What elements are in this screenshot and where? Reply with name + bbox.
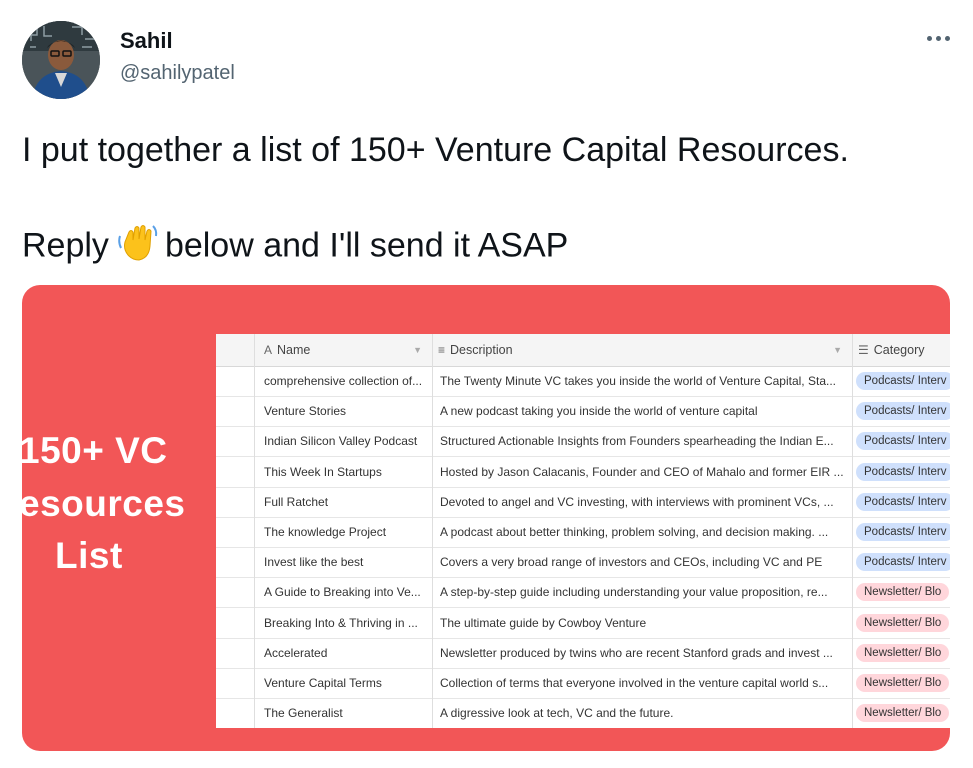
cell-description[interactable]: Newsletter produced by twins who are rec… — [440, 638, 850, 668]
more-options-button[interactable] — [920, 26, 956, 50]
category-tag: Podcasts/ Interv — [856, 462, 950, 481]
chevron-down-icon[interactable]: ▼ — [413, 345, 422, 355]
cell-description[interactable]: Hosted by Jason Calacanis, Founder and C… — [440, 457, 850, 487]
cell-category[interactable]: Newsletter/ Blo — [856, 638, 950, 668]
category-tag: Newsletter/ Blo — [856, 674, 950, 692]
cell-category[interactable]: Podcasts/ Interv — [856, 547, 950, 577]
cell-description[interactable]: A digressive look at tech, VC and the fu… — [440, 698, 850, 728]
cell-name[interactable]: The Generalist — [264, 698, 430, 728]
cell-description[interactable]: Devoted to angel and VC investing, with … — [440, 487, 850, 517]
cell-category[interactable]: Podcasts/ Interv — [856, 426, 950, 456]
column-divider — [432, 334, 433, 728]
category-tag: Podcasts/ Interv — [856, 492, 950, 511]
cell-name[interactable]: Indian Silicon Valley Podcast — [264, 426, 430, 456]
headline-line: esources — [22, 483, 186, 524]
table-row[interactable]: Indian Silicon Valley Podcast Structured … — [216, 426, 950, 458]
chevron-down-icon[interactable]: ▼ — [833, 345, 842, 355]
cell-category[interactable]: Podcasts/ Interv — [856, 366, 950, 396]
cell-name[interactable]: Invest like the best — [264, 547, 430, 577]
table-row[interactable]: Breaking Into & Thriving in ... The ultim… — [216, 608, 950, 639]
table-row[interactable]: The Generalist A digressive look at tech,… — [216, 698, 950, 728]
table-row[interactable]: The knowledge Project A podcast about bet… — [216, 517, 950, 548]
tweet-text-reply: Reply — [22, 226, 109, 265]
more-dot-icon — [944, 35, 950, 41]
cell-category[interactable]: Podcasts/ Interv — [856, 487, 950, 517]
long-text-icon: ≡ — [438, 343, 446, 357]
cell-description[interactable]: Collection of terms that everyone involv… — [440, 668, 850, 698]
category-tag: Podcasts/ Interv — [856, 372, 950, 390]
cell-category[interactable]: Newsletter/ Blo — [856, 608, 950, 638]
table-row[interactable]: Venture Capital Terms Collection of terms… — [216, 668, 950, 699]
cell-description[interactable]: The Twenty Minute VC takes you inside th… — [440, 366, 850, 396]
tweet-media-image[interactable]: 150+ VC esources List A Name ▼ ≡ Descrip… — [22, 285, 950, 751]
more-dot-icon — [926, 35, 932, 41]
cell-name[interactable]: A Guide to Breaking into Ve... — [264, 577, 430, 607]
cell-name[interactable]: The knowledge Project — [264, 517, 430, 547]
text-field-icon: A — [264, 343, 273, 357]
cell-name[interactable]: Full Ratchet — [264, 487, 430, 517]
table-row[interactable]: This Week In Startups Hosted by Jason Cal… — [216, 457, 950, 488]
cell-description[interactable]: The ultimate guide by Cowboy Venture — [440, 608, 850, 638]
category-tag: Podcasts/ Interv — [856, 402, 950, 421]
column-divider — [852, 334, 853, 728]
multi-select-icon: ☰ — [858, 343, 869, 357]
category-tag: Newsletter/ Blo — [856, 704, 950, 723]
category-tag: Podcasts/ Interv — [856, 523, 950, 541]
category-tag: Newsletter/ Blo — [856, 613, 950, 632]
table-row[interactable]: Accelerated Newsletter produced by twins … — [216, 638, 950, 669]
tweet-text-line: I put together a list of 150+ Venture Ca… — [22, 131, 849, 169]
headline-line: List — [55, 535, 123, 576]
table-row[interactable]: A Guide to Breaking into Ve... A step-by-… — [216, 577, 950, 609]
cell-category[interactable]: Podcasts/ Interv — [856, 517, 950, 547]
category-tag: Podcasts/ Interv — [856, 553, 950, 572]
table-row[interactable]: comprehensive collection of... The Twenty… — [216, 366, 950, 397]
author-handle[interactable]: @sahilypatel — [120, 62, 235, 85]
table-row[interactable]: Invest like the best Covers a very broad … — [216, 547, 950, 579]
cell-name[interactable]: This Week In Startups — [264, 457, 430, 487]
cell-name[interactable]: Accelerated — [264, 638, 430, 668]
cell-category[interactable]: Newsletter/ Blo — [856, 668, 950, 698]
cell-name[interactable]: Venture Capital Terms — [264, 668, 430, 698]
cell-description[interactable]: Structured Actionable Insights from Foun… — [440, 426, 850, 456]
table-header: A Name ▼ ≡ Description ▼ ☰ Category — [216, 334, 950, 367]
category-tag: Newsletter/ Blo — [856, 643, 950, 662]
avatar[interactable] — [22, 21, 100, 99]
table-row[interactable]: Full Ratchet Devoted to angel and VC inve… — [216, 487, 950, 518]
cell-name[interactable]: Venture Stories — [264, 396, 430, 426]
column-divider — [254, 334, 255, 728]
column-header-category[interactable]: ☰ Category — [858, 334, 950, 366]
cell-description[interactable]: A new podcast taking you inside the worl… — [440, 396, 850, 426]
cell-category[interactable]: Podcasts/ Interv — [856, 396, 950, 426]
resources-table: A Name ▼ ≡ Description ▼ ☰ Category comp… — [216, 334, 950, 728]
column-header-name[interactable]: A Name ▼ — [264, 334, 430, 366]
cell-description[interactable]: A podcast about better thinking, problem… — [440, 517, 850, 547]
cell-category[interactable]: Newsletter/ Blo — [856, 577, 950, 607]
author-name[interactable]: Sahil — [120, 28, 173, 54]
category-tag: Podcasts/ Interv — [856, 432, 950, 451]
tweet-text-line: Reply below and I'll send it ASAP — [22, 222, 568, 273]
category-tag: Newsletter/ Blo — [856, 583, 950, 602]
waving-hand-icon — [117, 222, 159, 273]
more-dot-icon — [935, 35, 941, 41]
column-header-description[interactable]: ≡ Description ▼ — [438, 334, 850, 366]
headline-line: 150+ VC — [22, 430, 168, 471]
cell-description[interactable]: Covers a very broad range of investors a… — [440, 547, 850, 577]
tweet-text-rest: below and I'll send it ASAP — [164, 226, 569, 265]
cell-category[interactable]: Podcasts/ Interv — [856, 457, 950, 487]
cell-description[interactable]: A step-by-step guide including understan… — [440, 577, 850, 607]
cell-category[interactable]: Newsletter/ Blo — [856, 698, 950, 728]
cell-name[interactable]: Breaking Into & Thriving in ... — [264, 608, 430, 638]
cell-name[interactable]: comprehensive collection of... — [264, 366, 430, 396]
table-row[interactable]: Venture Stories A new podcast taking you … — [216, 396, 950, 428]
